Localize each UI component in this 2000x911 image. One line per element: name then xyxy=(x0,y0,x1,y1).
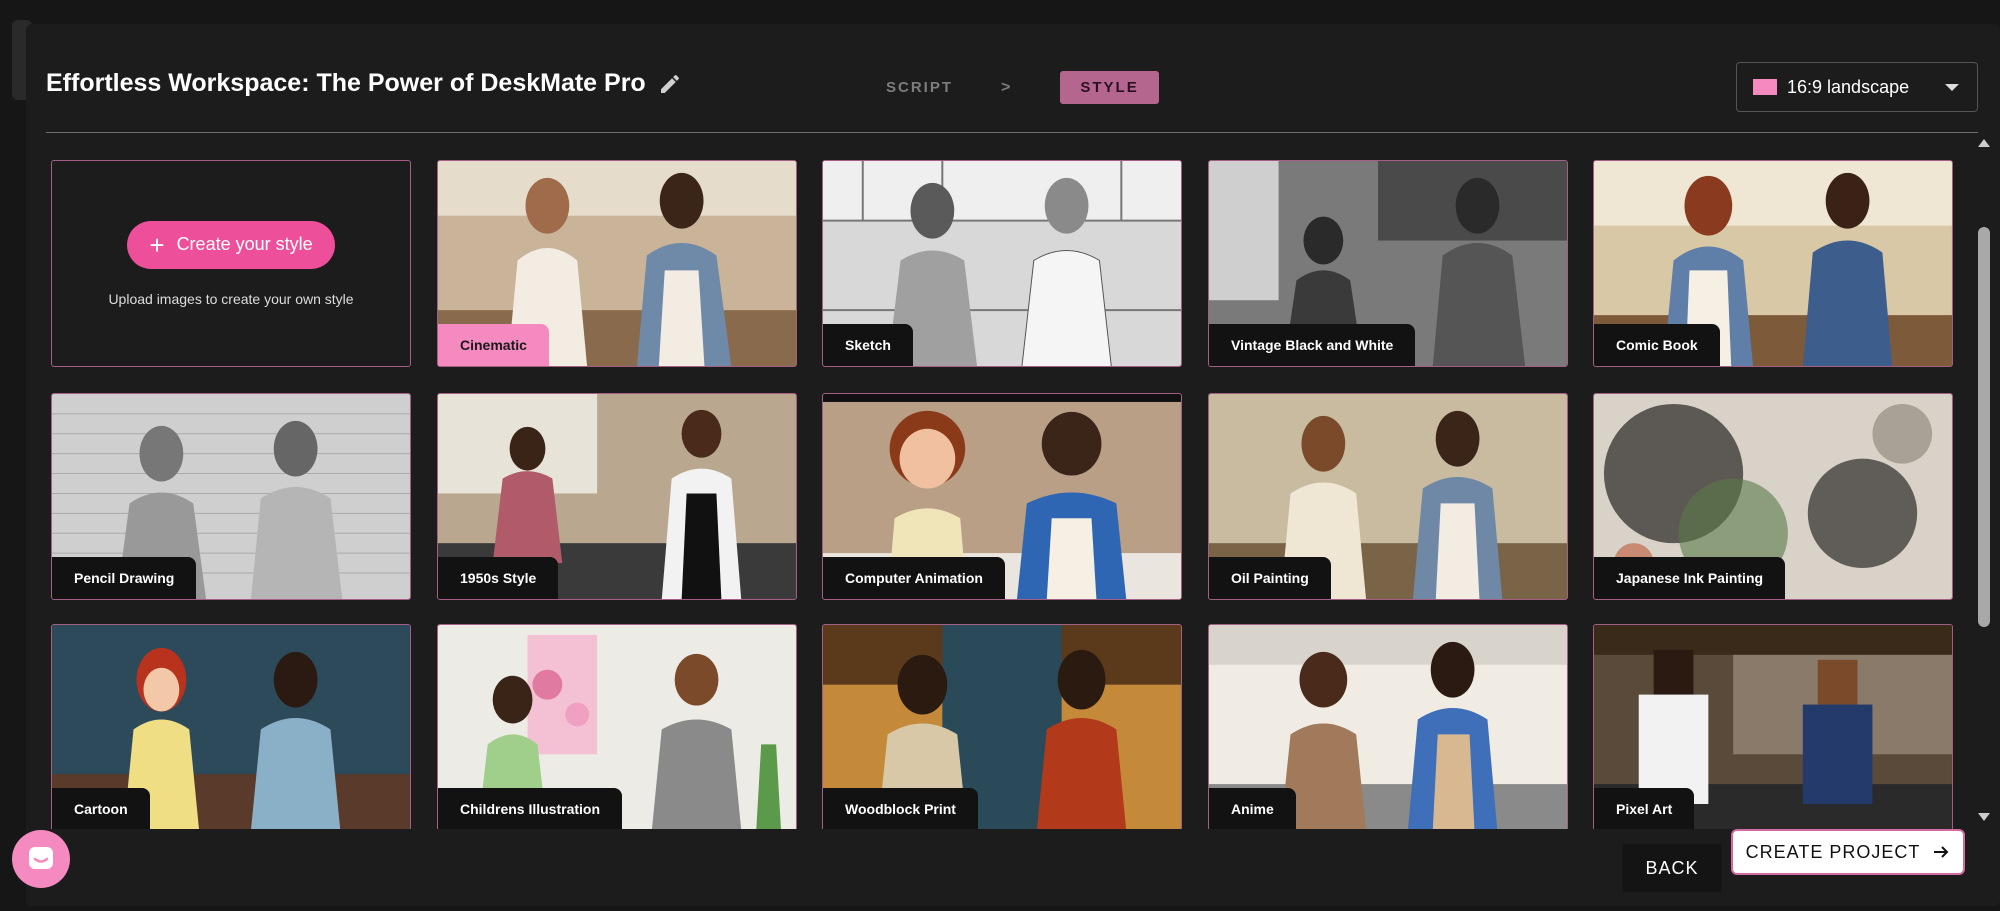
style-tile-sketch[interactable]: Sketch xyxy=(822,160,1182,367)
style-tile-oil-painting[interactable]: Oil Painting xyxy=(1208,393,1568,600)
project-title: Effortless Workspace: The Power of DeskM… xyxy=(46,69,682,98)
style-label: Anime xyxy=(1209,788,1296,829)
step-breadcrumb: SCRIPT > STYLE xyxy=(886,71,1159,104)
style-label: Pixel Art xyxy=(1594,788,1695,829)
style-label: Woodblock Print xyxy=(823,788,978,829)
project-title-text: Effortless Workspace: The Power of DeskM… xyxy=(46,69,646,97)
style-tile-computer-animation[interactable]: Computer Animation xyxy=(822,393,1182,600)
style-label: Cinematic xyxy=(438,324,549,366)
style-grid: + Create your style Upload images to cre… xyxy=(26,137,1966,829)
style-tile-vintage-black-and-white[interactable]: Vintage Black and White xyxy=(1208,160,1568,367)
scroll-down-icon[interactable] xyxy=(1978,813,1990,821)
aspect-ratio-value: 16:9 landscape xyxy=(1787,76,1910,97)
landscape-swatch-icon xyxy=(1753,79,1777,95)
style-label: Sketch xyxy=(823,324,913,366)
style-label: Pencil Drawing xyxy=(52,557,197,599)
chat-launcher-button[interactable] xyxy=(12,830,70,888)
step-style-active[interactable]: STYLE xyxy=(1060,71,1159,104)
scrollbar-thumb[interactable] xyxy=(1978,227,1990,627)
style-tile-woodblock-print[interactable]: Woodblock Print xyxy=(822,624,1182,829)
style-tile-anime[interactable]: Anime xyxy=(1208,624,1568,829)
scroll-up-icon[interactable] xyxy=(1978,139,1990,147)
step-separator: > xyxy=(1001,78,1013,96)
chevron-down-icon xyxy=(1945,83,1959,91)
style-label: Computer Animation xyxy=(823,557,1005,599)
new-project-modal: Effortless Workspace: The Power of DeskM… xyxy=(26,24,2000,906)
style-label: Japanese Ink Painting xyxy=(1594,557,1786,599)
chat-icon xyxy=(29,847,53,869)
aspect-ratio-select[interactable]: 16:9 landscape xyxy=(1736,62,1978,112)
style-label: 1950s Style xyxy=(438,557,559,599)
style-label: Comic Book xyxy=(1594,324,1720,366)
style-tile-1950s-style[interactable]: 1950s Style xyxy=(437,393,797,600)
header-divider xyxy=(46,132,1978,133)
edit-pencil-icon[interactable] xyxy=(658,72,682,96)
back-button[interactable]: BACK xyxy=(1622,844,1722,892)
style-tile-cartoon[interactable]: Cartoon xyxy=(51,624,411,829)
style-tile-japanese-ink-painting[interactable]: Japanese Ink Painting xyxy=(1593,393,1953,600)
create-style-subtitle: Upload images to create your own style xyxy=(108,290,354,307)
plus-icon: + xyxy=(149,229,165,260)
create-style-button[interactable]: + Create your style xyxy=(127,220,335,269)
create-project-button[interactable]: CREATE PROJECT xyxy=(1731,829,1965,875)
style-label: Vintage Black and White xyxy=(1209,324,1416,366)
style-tile-comic-book[interactable]: Comic Book xyxy=(1593,160,1953,367)
step-script[interactable]: SCRIPT xyxy=(886,79,953,96)
style-label: Childrens Illustration xyxy=(438,788,623,829)
style-label: Oil Painting xyxy=(1209,557,1331,599)
style-tile-pixel-art[interactable]: Pixel Art xyxy=(1593,624,1953,829)
style-tile-pencil-drawing[interactable]: Pencil Drawing xyxy=(51,393,411,600)
style-tile-cinematic[interactable]: Cinematic xyxy=(437,160,797,367)
create-style-tile: + Create your style Upload images to cre… xyxy=(51,160,411,367)
style-label: Cartoon xyxy=(52,788,150,829)
style-tile-childrens-illustration[interactable]: Childrens Illustration xyxy=(437,624,797,829)
style-grid-scrollbar[interactable] xyxy=(1976,137,1992,827)
arrow-right-icon xyxy=(1934,846,1949,858)
